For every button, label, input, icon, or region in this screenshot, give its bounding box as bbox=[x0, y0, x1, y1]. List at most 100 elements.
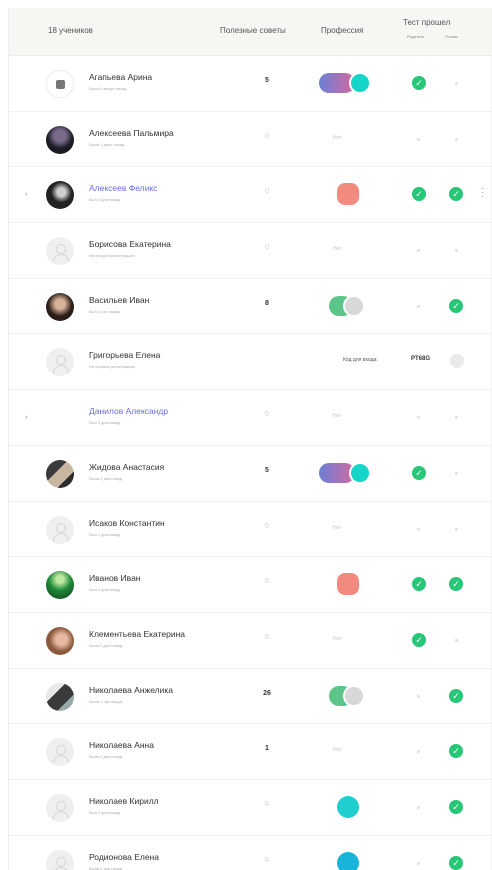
avatar bbox=[46, 459, 74, 488]
last-seen-text: Был 2 дня назад bbox=[89, 587, 120, 593]
tips-column-header[interactable]: Полезные советы bbox=[220, 26, 286, 35]
student-check-icon: ✓ bbox=[449, 298, 463, 313]
student-name: Васильев Иван bbox=[89, 294, 150, 305]
copy-icon[interactable] bbox=[450, 354, 464, 369]
tips-count: 0 bbox=[265, 633, 269, 641]
student-check-icon: ✓ bbox=[449, 855, 463, 870]
parent-check-icon: ✓ bbox=[412, 577, 426, 592]
profession-circle bbox=[337, 851, 359, 870]
student-empty-dot bbox=[455, 82, 458, 85]
parent-empty-dot bbox=[417, 527, 420, 531]
tips-count: 0 bbox=[265, 244, 269, 252]
parent-check-icon: ✓ bbox=[412, 465, 426, 480]
student-name: Клементьева Екатерина bbox=[89, 628, 185, 639]
more-options-icon[interactable]: · · · bbox=[481, 184, 484, 202]
profession-indicator[interactable] bbox=[319, 792, 375, 822]
student-check-icon: ✓ bbox=[449, 187, 463, 202]
table-row[interactable]: › Данилов Александр Был 3 дня назад 0 Нет bbox=[9, 390, 491, 446]
avatar bbox=[46, 292, 74, 321]
last-seen-text: Была 2 дня назад bbox=[89, 865, 123, 870]
table-row[interactable]: Жидова Анастасия Была 2 дня назад 5 ✓ bbox=[9, 446, 491, 502]
table-row[interactable]: Агапьева Арина Была 5 минут назад 5 ✓ bbox=[9, 56, 491, 112]
last-seen-text: Была 1 час назад bbox=[89, 698, 122, 704]
student-name: Борисова Екатерина bbox=[89, 239, 171, 250]
table-row[interactable]: Николаева Анна Была 2 дня назад 1 Нет ✓ bbox=[9, 724, 491, 780]
tips-count: 0 bbox=[265, 578, 269, 586]
students-count-header[interactable]: 18 учеников bbox=[48, 26, 93, 35]
table-row[interactable]: Николаев Кирилл Был 2 дня назад 0 ✓ bbox=[9, 780, 491, 836]
table-row[interactable]: Борисова Екатерина Не прошла регистрацию 0… bbox=[9, 223, 491, 279]
avatar bbox=[46, 849, 74, 870]
profession-indicator[interactable] bbox=[319, 68, 375, 98]
expand-icon[interactable]: › bbox=[25, 191, 27, 198]
table-row[interactable]: Григорьева Елена Не прошла регистрацию Код… bbox=[9, 334, 491, 391]
login-code-label: Код для входа: bbox=[343, 357, 378, 364]
table-row[interactable]: Исаков Константин Был 2 дня назад 0 Нет bbox=[9, 502, 491, 558]
parent-check-icon: ✓ bbox=[412, 187, 426, 202]
tips-count: 0 bbox=[265, 188, 269, 196]
student-empty-dot bbox=[455, 137, 458, 141]
parent-empty-dot bbox=[417, 694, 420, 698]
profession-none-text: Нет bbox=[333, 246, 342, 253]
student-name: Родионова Елена bbox=[89, 851, 159, 862]
table-header: 18 учеников Полезные советы Профессия Те… bbox=[9, 8, 491, 56]
last-seen-text: Была 2 дня назад bbox=[89, 754, 123, 760]
profession-indicator[interactable] bbox=[319, 179, 375, 209]
avatar bbox=[46, 738, 74, 767]
last-seen-text: Был 2 дня назад bbox=[89, 809, 120, 815]
table-body: Агапьева Арина Была 5 минут назад 5 ✓ Алексе… bbox=[9, 56, 491, 870]
expand-icon[interactable]: › bbox=[25, 414, 27, 421]
parent-empty-dot bbox=[417, 416, 420, 420]
table-row[interactable]: Васильев Иван Был 1 час назад 8 ✓ bbox=[9, 279, 491, 335]
table-row[interactable]: Иванов Иван Был 2 дня назад 0 ✓ ✓ bbox=[9, 557, 491, 613]
profession-none-text: Нет bbox=[333, 524, 342, 531]
tips-count: 0 bbox=[265, 522, 269, 530]
profession-indicator[interactable] bbox=[319, 848, 375, 870]
profession-none-text: Нет bbox=[333, 134, 342, 141]
student-empty-dot bbox=[455, 471, 458, 475]
table-row[interactable]: › Алексеев Феликс Был 2 дня назад 0 ✓ ✓ · · · bbox=[9, 167, 491, 224]
student-name[interactable]: Алексеев Феликс bbox=[89, 183, 157, 193]
student-name: Иванов Иван bbox=[89, 573, 141, 584]
table-row[interactable]: Клементьева Екатерина Была 2 дня назад 0 Не… bbox=[9, 613, 491, 669]
profession-circle bbox=[343, 294, 365, 317]
profession-indicator[interactable] bbox=[319, 569, 375, 599]
avatar bbox=[46, 571, 74, 600]
student-name: Жидова Анастасия bbox=[89, 461, 165, 472]
student-name: Николаев Кирилл bbox=[89, 795, 159, 806]
avatar bbox=[46, 515, 74, 544]
last-seen-text: Не прошла регистрацию bbox=[89, 253, 135, 259]
profession-circle bbox=[343, 684, 365, 707]
profession-none-text: Нет bbox=[333, 635, 342, 642]
last-seen-text: Была 2 дня назад bbox=[89, 475, 123, 481]
profession-indicator[interactable] bbox=[319, 458, 375, 488]
student-name: Исаков Константин bbox=[89, 517, 165, 528]
profession-circle bbox=[349, 72, 371, 94]
tips-count: 0 bbox=[265, 411, 269, 419]
avatar bbox=[46, 70, 74, 98]
student-empty-dot bbox=[455, 416, 458, 420]
profession-indicator[interactable] bbox=[319, 291, 375, 321]
student-name: Агапьева Арина bbox=[89, 72, 153, 82]
student-name[interactable]: Данилов Александр bbox=[89, 406, 168, 416]
student-name: Николаева Анна bbox=[89, 740, 154, 751]
profession-indicator[interactable] bbox=[319, 681, 375, 711]
parent-empty-dot bbox=[417, 137, 420, 141]
profession-column-header[interactable]: Профессия bbox=[321, 26, 363, 35]
parent-empty-dot bbox=[417, 304, 420, 308]
table-row[interactable]: Николаева Анжелика Была 1 час назад 26 ✓ bbox=[9, 669, 491, 725]
tips-count: 0 bbox=[265, 856, 269, 864]
student-check-icon: ✓ bbox=[449, 744, 463, 759]
last-seen-text: Была 2 дня назад bbox=[89, 642, 123, 648]
login-code-value: PT68G bbox=[411, 356, 431, 363]
tips-count: 0 bbox=[265, 800, 269, 808]
tips-count: 0 bbox=[265, 132, 269, 140]
student-empty-dot bbox=[455, 527, 458, 531]
avatar bbox=[46, 237, 74, 266]
student-subheader: Ученик bbox=[445, 34, 459, 39]
table-row[interactable]: Алексеева Пальмира Была 1 день назад 0 Нет bbox=[9, 112, 491, 168]
table-row[interactable]: Родионова Елена Была 2 дня назад 0 ✓ bbox=[9, 836, 491, 870]
test-column-header: Тест прошел bbox=[403, 18, 451, 27]
avatar bbox=[46, 125, 74, 154]
profession-circle bbox=[337, 795, 359, 818]
